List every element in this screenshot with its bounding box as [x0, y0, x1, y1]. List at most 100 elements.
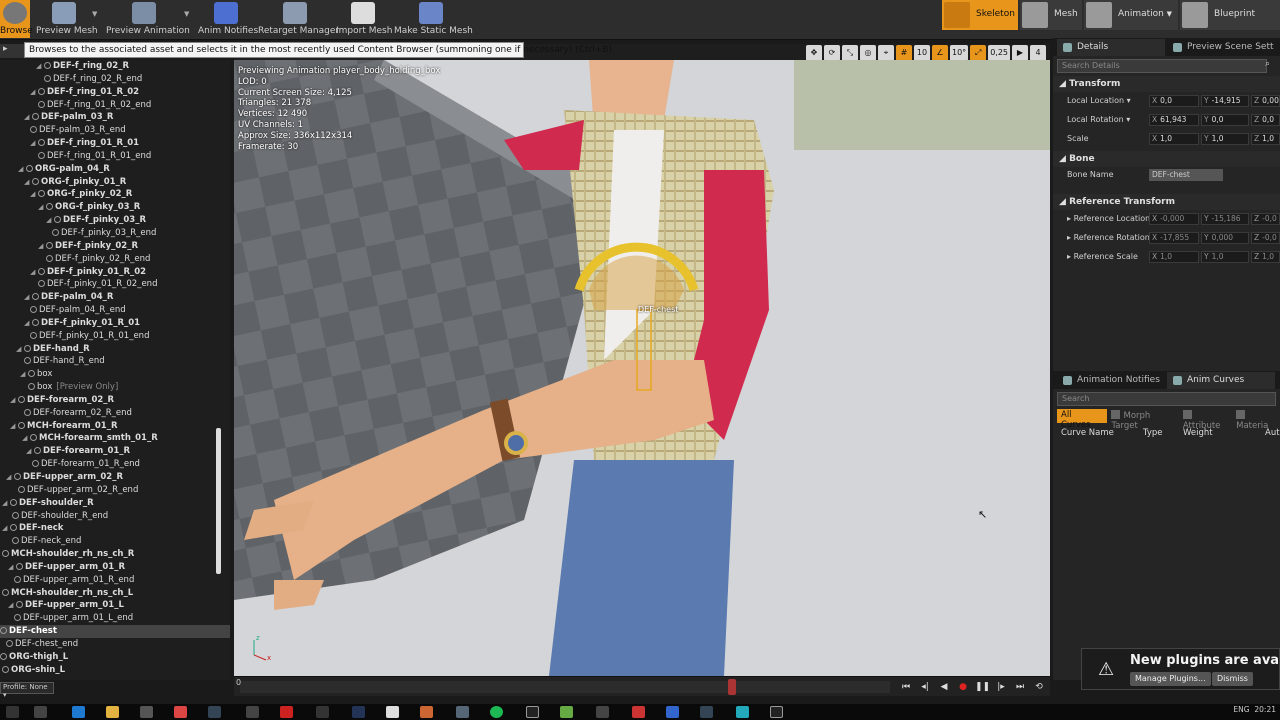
bone-tree-row[interactable]: ◢ DEF-hand_R	[0, 343, 230, 356]
auto-column[interactable]: Aut	[1265, 428, 1280, 438]
bone-tree-row[interactable]: ◢ DEF-f_ring_01_R_02	[0, 86, 230, 99]
app9-icon[interactable]	[736, 706, 749, 718]
expand-arrow-icon[interactable]: ◢	[18, 163, 26, 176]
tab-animation-notifies[interactable]: Animation Notifies	[1057, 372, 1165, 389]
translate-icon[interactable]: ✥	[806, 45, 822, 61]
expand-arrow-icon[interactable]: ◢	[30, 188, 38, 201]
scale-x[interactable]: X 1,0	[1149, 133, 1199, 145]
expand-arrow-icon[interactable]: ◢	[8, 599, 16, 612]
expand-arrow-icon[interactable]: ◢	[46, 214, 54, 227]
camera-speed-value[interactable]: 4	[1030, 45, 1046, 61]
scale-icon[interactable]: ⤡	[842, 45, 858, 61]
bone-name-field[interactable]: DEF-chest	[1149, 169, 1223, 181]
app8-icon[interactable]	[666, 706, 679, 718]
expand-arrow-icon[interactable]: ◢	[2, 522, 10, 535]
bone-tree-row[interactable]: ◢ ORG-f_pinky_01_R	[0, 176, 230, 189]
bone-tree-row[interactable]: ◢ DEF-palm_03_R	[0, 111, 230, 124]
unreal-icon[interactable]	[526, 706, 539, 718]
expand-arrow-icon[interactable]: ◢	[2, 497, 10, 510]
edge-icon[interactable]	[72, 706, 85, 718]
expand-arrow-icon[interactable]: ◢	[24, 111, 32, 124]
chrome-icon[interactable]	[174, 706, 187, 718]
curve-name-column[interactable]: Curve Name	[1061, 428, 1114, 438]
bone-tree-row[interactable]: DEF-forearm_02_R_end	[0, 407, 230, 420]
preview-animation-dropdown-icon[interactable]: ▼	[184, 10, 189, 18]
retarget-manager-button[interactable]: Retarget Manager	[258, 0, 339, 38]
world-local-icon[interactable]: ◎	[860, 45, 876, 61]
bone-tree-row[interactable]: DEF-f_pinky_02_R_end	[0, 253, 230, 266]
scale-snap-value[interactable]: 0,25	[988, 45, 1010, 61]
bone-tree-row[interactable]: ◢ DEF-shoulder_R	[0, 497, 230, 510]
bone-tree-row[interactable]: DEF-neck_end	[0, 535, 230, 548]
tree-scrollbar[interactable]	[216, 428, 221, 574]
bone-tree-row[interactable]: DEF-f_pinky_01_R_01_end	[0, 330, 230, 343]
rotation-snap-icon[interactable]: ∠	[932, 45, 948, 61]
grid-snap-icon[interactable]: #	[896, 45, 912, 61]
bone-tree-row[interactable]: ◢ MCH-forearm_smth_01_R	[0, 432, 230, 445]
tab-preview-scene-settings[interactable]: Preview Scene Sett	[1167, 39, 1275, 56]
tab-details[interactable]: Details	[1057, 39, 1165, 56]
expand-arrow-icon[interactable]: ◢	[30, 137, 38, 150]
animation-mode-tab[interactable]: Animation ▼	[1084, 0, 1178, 30]
profile-dropdown[interactable]: Profile: None ▾	[0, 682, 54, 699]
bone-tree-row[interactable]: ◢ DEF-f_pinky_02_R	[0, 240, 230, 253]
bone-tree-row[interactable]: MCH-shoulder_rh_ns_ch_L	[0, 587, 230, 600]
bone-tree-row[interactable]: DEF-shoulder_R_end	[0, 510, 230, 523]
step-back-icon[interactable]: ◂|	[918, 680, 932, 694]
bone-tree-row[interactable]: ◢ DEF-upper_arm_02_R	[0, 471, 230, 484]
bone-tree-row[interactable]: ◢ ORG-f_pinky_03_R	[0, 201, 230, 214]
app3-icon[interactable]	[420, 706, 433, 718]
file-explorer-icon[interactable]	[106, 706, 119, 718]
expand-arrow-icon[interactable]: ◢	[6, 471, 14, 484]
autodesk-icon[interactable]	[316, 706, 329, 718]
steam2-icon[interactable]	[700, 706, 713, 718]
local-location-z[interactable]: Z 0,00	[1251, 95, 1280, 107]
bone-tree-row[interactable]: DEF-f_pinky_01_R_02_end	[0, 278, 230, 291]
reference-transform-section[interactable]: ◢ Reference Transform	[1053, 194, 1280, 210]
make-static-mesh-button[interactable]: Make Static Mesh	[394, 0, 473, 38]
blueprint-mode-tab[interactable]: Blueprint	[1180, 0, 1280, 30]
details-search-input[interactable]: Search Details	[1057, 59, 1267, 73]
bone-tree-row[interactable]: box [Preview Only]	[0, 381, 230, 394]
bone-tree-row[interactable]: ORG-shin_L	[0, 664, 230, 677]
grid-snap-value[interactable]: 10	[914, 45, 930, 61]
record-icon[interactable]: ●	[956, 680, 970, 694]
skeleton-mode-tab[interactable]: Skeleton	[942, 0, 1018, 30]
step-forward-icon[interactable]: |▸	[994, 680, 1008, 694]
steam-icon[interactable]	[208, 706, 221, 718]
anim-notifies-button[interactable]: Anim Notifies	[198, 0, 258, 38]
bone-tree-row[interactable]: DEF-chest_end	[0, 638, 230, 651]
bone-tree-row[interactable]: DEF-palm_04_R_end	[0, 304, 230, 317]
bone-tree-row[interactable]: DEF-f_ring_01_R_01_end	[0, 150, 230, 163]
local-location-x[interactable]: X 0,0	[1149, 95, 1199, 107]
app4-icon[interactable]	[456, 706, 469, 718]
timeline-scrubber[interactable]	[728, 679, 736, 695]
app-icon[interactable]	[246, 706, 259, 718]
expand-arrow-icon[interactable]: ◢	[24, 176, 32, 189]
record-app-icon[interactable]	[280, 706, 293, 718]
bone-tree-row[interactable]: ◢ DEF-f_pinky_01_R_02	[0, 266, 230, 279]
rotate-icon[interactable]: ⟳	[824, 45, 840, 61]
morph-target-filter[interactable]: Morph Target	[1111, 409, 1178, 431]
expand-arrow-icon[interactable]: ◢	[30, 86, 38, 99]
bone-tree-row[interactable]: ◢ DEF-forearm_02_R	[0, 394, 230, 407]
app2-icon[interactable]	[386, 706, 399, 718]
rotation-snap-value[interactable]: 10°	[950, 45, 969, 61]
curves-search-input[interactable]: Search	[1057, 392, 1276, 406]
bone-tree-row[interactable]: DEF-upper_arm_01_R_end	[0, 574, 230, 587]
local-rotation-y[interactable]: Y 0,0	[1201, 114, 1249, 126]
bone-tree-row[interactable]: DEF-hand_R_end	[0, 355, 230, 368]
expand-arrow-icon[interactable]: ◢	[8, 561, 16, 574]
bone-tree-row[interactable]: ◢ DEF-f_pinky_03_R	[0, 214, 230, 227]
bone-tree-row[interactable]: DEF-f_ring_01_R_02_end	[0, 99, 230, 112]
play-reverse-icon[interactable]: ◀	[937, 680, 951, 694]
material-filter[interactable]: Materia	[1236, 409, 1280, 431]
expand-arrow-icon[interactable]: ◢	[30, 266, 38, 279]
spotify-icon[interactable]	[490, 706, 503, 718]
expand-arrow-icon[interactable]: ◢	[36, 60, 44, 73]
bone-tree-row[interactable]: ◢ DEF-f_ring_01_R_01	[0, 137, 230, 150]
expand-arrow-icon[interactable]: ◢	[24, 317, 32, 330]
tree-options-icon[interactable]: ▸	[0, 44, 24, 58]
animation-dropdown-icon[interactable]: ▼	[1167, 10, 1172, 18]
bone-tree-row[interactable]: ◢ MCH-forearm_01_R	[0, 420, 230, 433]
